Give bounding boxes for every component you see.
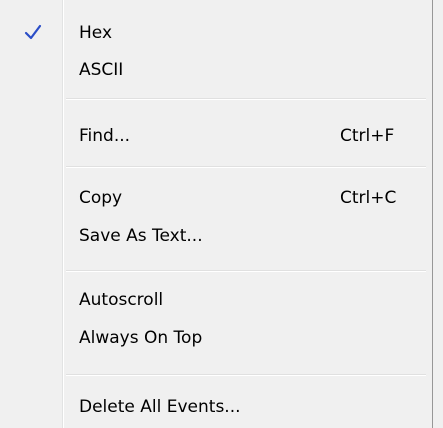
menu-item-always-on-top[interactable]: Always On Top bbox=[0, 320, 432, 356]
menu-item-label: Copy bbox=[79, 188, 123, 208]
menu-item-copy[interactable]: Copy Ctrl+C bbox=[0, 180, 432, 216]
menu-item-label: Delete All Events... bbox=[79, 397, 241, 417]
menu-item-label: Autoscroll bbox=[79, 290, 164, 310]
menu-item-label: Always On Top bbox=[79, 328, 203, 348]
menu-separator bbox=[66, 98, 426, 100]
menu-separator bbox=[66, 374, 426, 376]
menu-item-ascii[interactable]: ASCII bbox=[0, 52, 432, 88]
menu-item-find[interactable]: Find... Ctrl+F bbox=[0, 118, 432, 154]
menu-separator bbox=[66, 270, 426, 272]
menu-item-label: Hex bbox=[79, 23, 113, 43]
context-menu: Hex ASCII Find... Ctrl+F Copy Ctrl+C Sav… bbox=[0, 0, 433, 428]
menu-item-autoscroll[interactable]: Autoscroll bbox=[0, 282, 432, 318]
menu-item-hex[interactable]: Hex bbox=[0, 15, 432, 51]
menu-item-label: Find... bbox=[79, 126, 131, 146]
menu-item-delete-all-events[interactable]: Delete All Events... bbox=[0, 389, 432, 425]
menu-item-label: ASCII bbox=[79, 60, 124, 80]
menu-item-label: Save As Text... bbox=[79, 226, 203, 246]
menu-item-shortcut: Ctrl+F bbox=[340, 126, 395, 146]
menu-separator bbox=[66, 166, 426, 168]
checkmark-icon bbox=[24, 24, 42, 40]
menu-item-save-as-text[interactable]: Save As Text... bbox=[0, 218, 432, 254]
menu-item-shortcut: Ctrl+C bbox=[340, 188, 397, 208]
